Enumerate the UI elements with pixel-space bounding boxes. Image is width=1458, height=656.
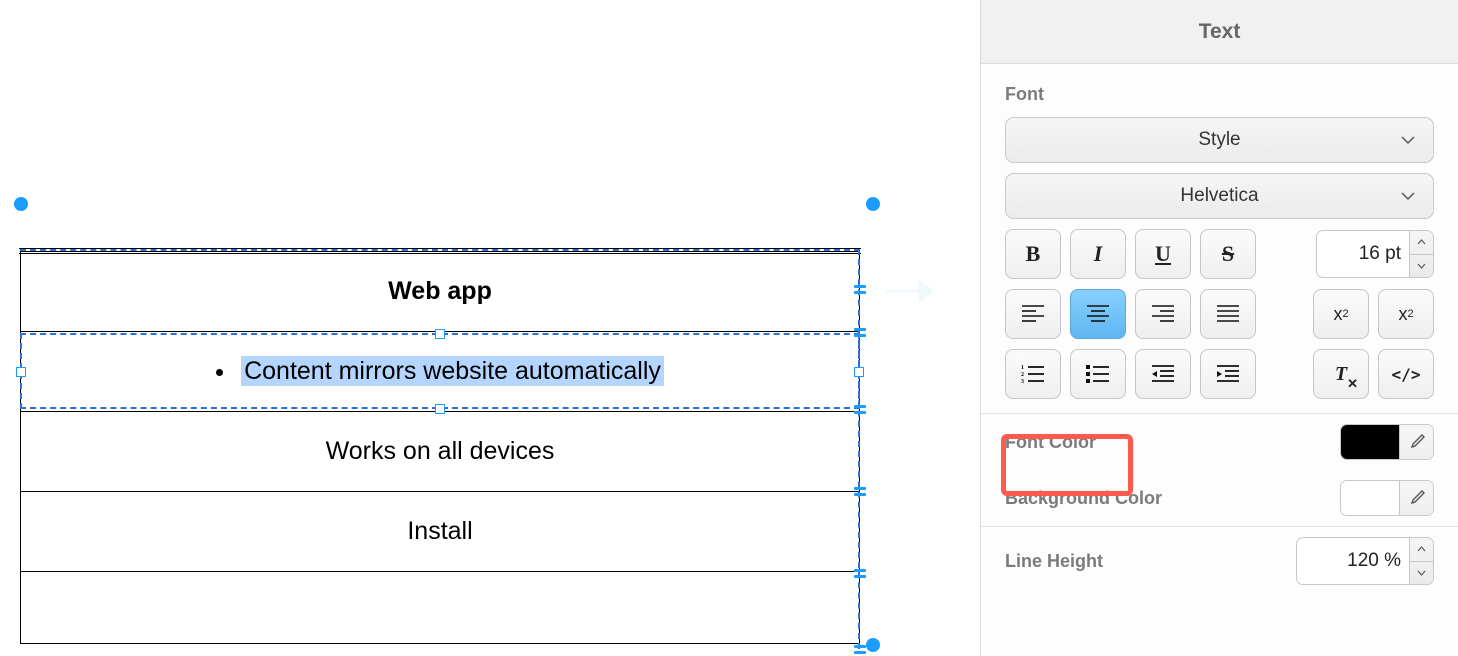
table-row-cell-selected[interactable]: Content mirrors website automatically (21, 332, 860, 412)
selection-handle-tr[interactable] (866, 197, 880, 211)
step-down-icon[interactable] (1410, 255, 1433, 278)
underline-button[interactable]: U (1135, 229, 1191, 279)
font-family-label: Helvetica (1180, 185, 1258, 207)
line-height-field[interactable]: 120 % (1296, 537, 1434, 585)
row-resize-handle[interactable] (854, 644, 866, 656)
connector-arrow-icon (886, 280, 934, 302)
superscript-button[interactable]: x2 (1378, 289, 1434, 339)
bullet-list-button[interactable] (1070, 349, 1126, 399)
table-row-text[interactable]: Content mirrors website automatically (241, 356, 664, 386)
line-height-stepper[interactable] (1409, 538, 1433, 584)
row-resize-handle[interactable] (854, 327, 866, 339)
font-family-dropdown[interactable]: Helvetica (1005, 173, 1434, 219)
table-row-text: Install (407, 517, 472, 545)
table-row-cell-empty[interactable] (21, 572, 860, 644)
canvas[interactable]: Web app Content mirrors website automati… (0, 0, 980, 656)
indent-button[interactable] (1200, 349, 1256, 399)
align-left-button[interactable] (1005, 289, 1061, 339)
ordered-list-button[interactable]: 123 (1005, 349, 1061, 399)
step-down-icon[interactable] (1410, 562, 1433, 585)
line-height-value: 120 % (1297, 550, 1409, 572)
row-resize-handle[interactable] (854, 486, 866, 498)
eyedropper-icon[interactable] (1399, 425, 1433, 459)
row-handle-bottom[interactable] (435, 404, 445, 414)
svg-text:2: 2 (1021, 372, 1024, 378)
font-size-stepper[interactable] (1409, 231, 1433, 277)
row-resize-handle[interactable] (854, 284, 866, 296)
font-color-row: Font Color (981, 414, 1458, 470)
svg-text:1: 1 (1021, 365, 1024, 371)
row-handle-left[interactable] (16, 367, 26, 377)
row-handle-right[interactable] (854, 367, 864, 377)
svg-text:3: 3 (1021, 379, 1024, 385)
style-dropdown[interactable]: Style (1005, 117, 1434, 163)
align-center-button[interactable] (1070, 289, 1126, 339)
bg-color-swatch[interactable] (1341, 481, 1399, 515)
line-height-row: Line Height 120 % (981, 527, 1458, 595)
line-height-label: Line Height (1005, 551, 1103, 572)
row-resize-handle[interactable] (854, 404, 866, 416)
outdent-button[interactable] (1135, 349, 1191, 399)
step-up-icon[interactable] (1410, 231, 1433, 255)
chevron-down-icon (1401, 185, 1415, 207)
row-handle-top[interactable] (435, 329, 445, 339)
selection-handle-br[interactable] (866, 638, 880, 652)
eyedropper-icon[interactable] (1399, 481, 1433, 515)
table-header-cell[interactable]: Web app (21, 252, 860, 332)
table-row-cell[interactable]: Works on all devices (21, 412, 860, 492)
strikethrough-button[interactable]: S (1200, 229, 1256, 279)
bold-button[interactable]: B (1005, 229, 1061, 279)
bullet-icon (216, 369, 223, 376)
panel-title: Text (981, 0, 1458, 64)
selection-handle-tl[interactable] (14, 197, 28, 211)
table-row-cell[interactable]: Install (21, 492, 860, 572)
align-right-button[interactable] (1135, 289, 1191, 339)
clear-format-button[interactable]: T✕ (1313, 349, 1369, 399)
font-section: Font Style Helvetica B I U S 16 pt (981, 64, 1458, 414)
table-shape[interactable]: Web app Content mirrors website automati… (20, 249, 860, 644)
font-size-value: 16 pt (1317, 243, 1409, 265)
html-button[interactable]: </> (1378, 349, 1434, 399)
font-size-field[interactable]: 16 pt (1316, 230, 1434, 278)
italic-button[interactable]: I (1070, 229, 1126, 279)
subscript-button[interactable]: x2 (1313, 289, 1369, 339)
step-up-icon[interactable] (1410, 538, 1433, 562)
bg-color-control[interactable] (1340, 480, 1434, 516)
row-resize-handle[interactable] (854, 568, 866, 580)
bg-color-row: Background Color (981, 470, 1458, 526)
chevron-down-icon (1401, 129, 1415, 151)
font-color-swatch[interactable] (1341, 425, 1399, 459)
table-row-text: Works on all devices (326, 437, 555, 465)
bg-color-label: Background Color (1005, 488, 1162, 509)
font-color-label: Font Color (1005, 432, 1096, 453)
font-section-label: Font (1005, 84, 1434, 105)
style-dropdown-label: Style (1198, 129, 1240, 151)
font-color-control[interactable] (1340, 424, 1434, 460)
align-justify-button[interactable] (1200, 289, 1256, 339)
inspector-panel: Text Font Style Helvetica B I U S 16 pt (980, 0, 1458, 656)
